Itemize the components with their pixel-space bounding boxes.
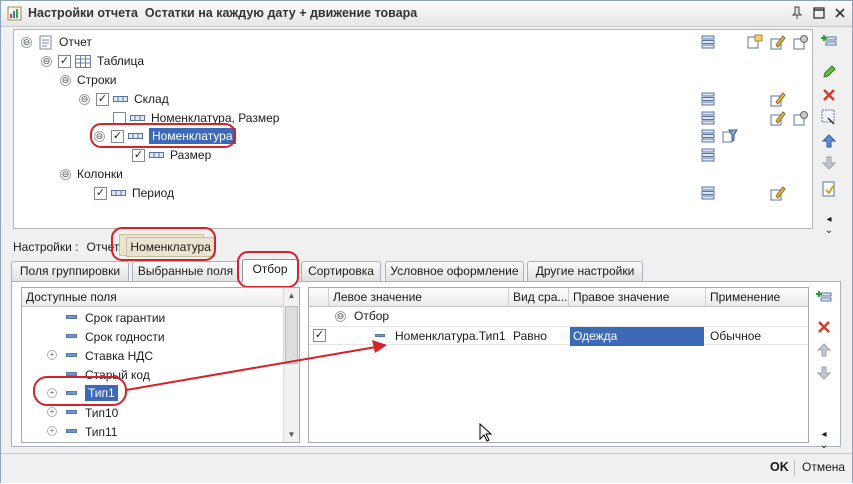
divider <box>794 460 795 476</box>
cancel-button[interactable]: Отмена <box>802 460 845 474</box>
mouse-cursor-icon <box>479 423 493 443</box>
footer-bar: OK Отмена <box>1 453 852 483</box>
annotation-arrow <box>125 340 387 391</box>
report-settings-window: Настройки отчета Остатки на каждую дату … <box>0 0 853 483</box>
ok-button[interactable]: OK <box>770 460 789 474</box>
